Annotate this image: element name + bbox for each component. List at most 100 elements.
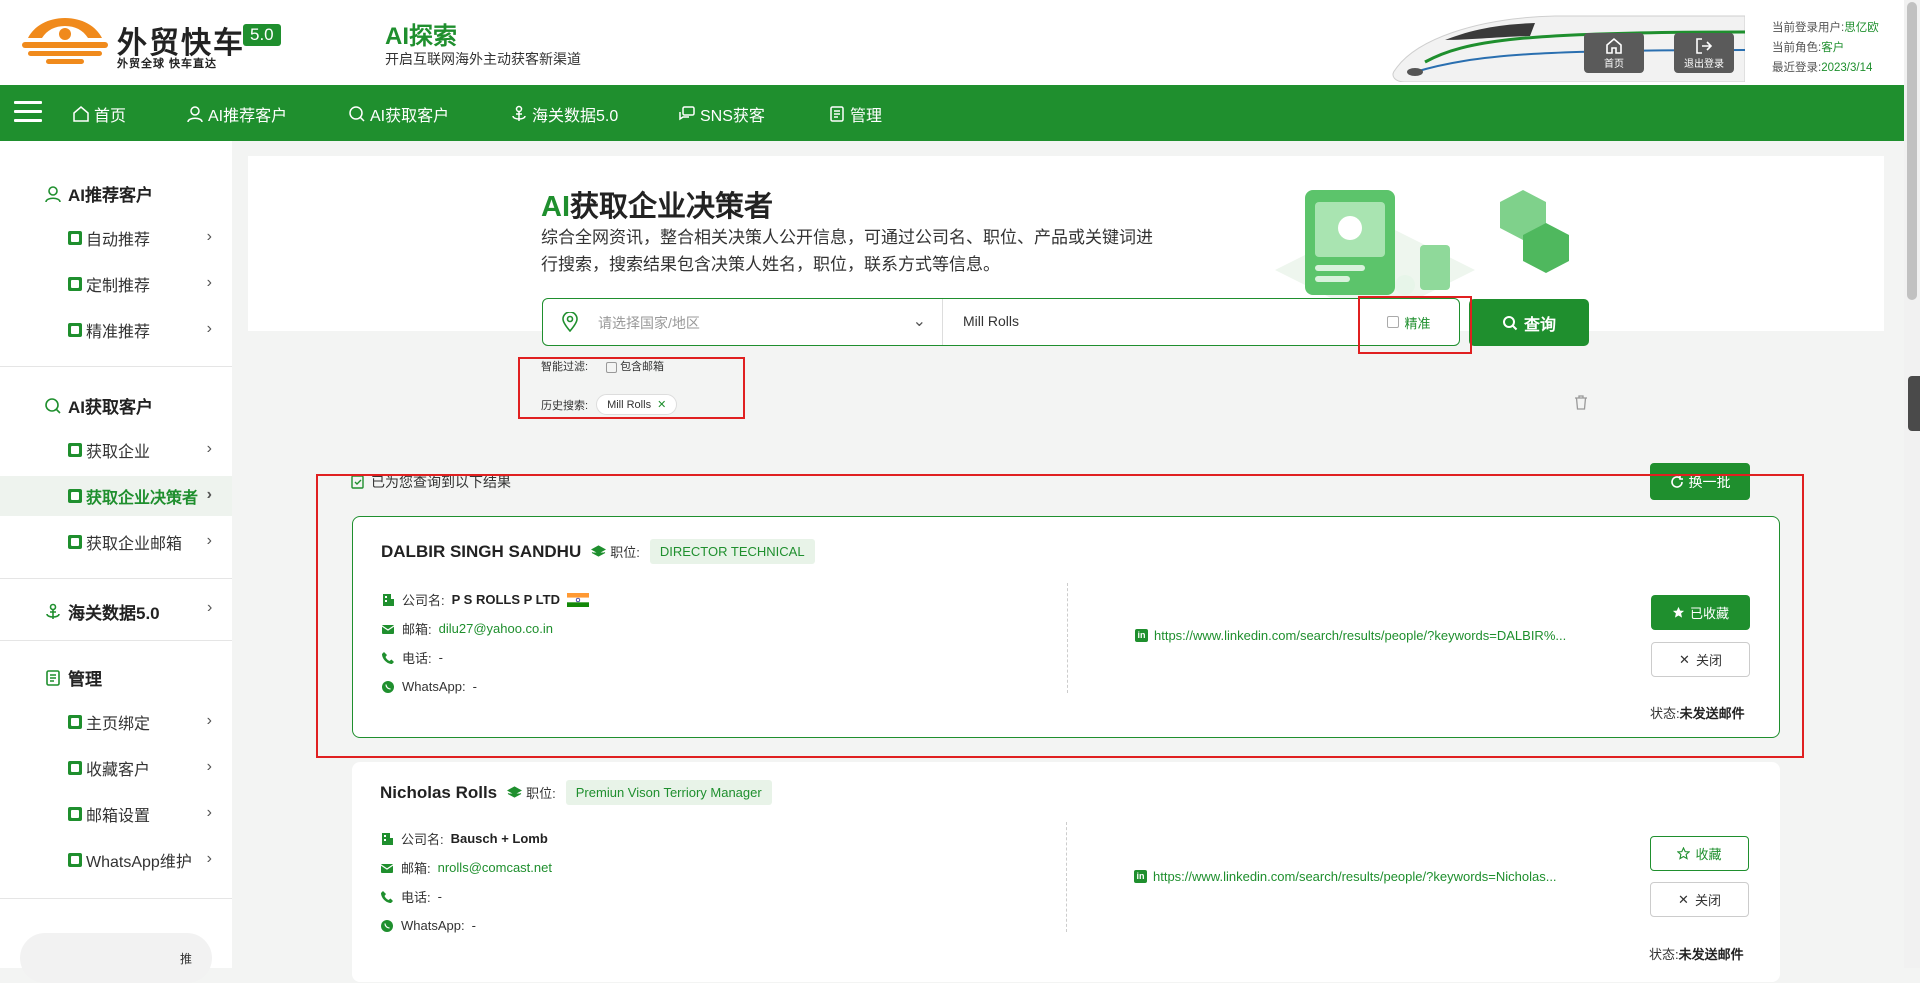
version-badge: 5.0 xyxy=(243,24,281,46)
linkedin-url[interactable]: https://www.linkedin.com/search/results/… xyxy=(1153,869,1557,884)
star-outline-icon xyxy=(1677,847,1691,860)
top-header: 外贸快车 5.0 外贸全球 快车直达 AI探索 开启互联网海外主动获客新渠道 首… xyxy=(0,0,1904,85)
location-pin-icon xyxy=(562,312,578,332)
sidebar-item-homepage-bind[interactable]: 主页绑定 › xyxy=(0,702,232,742)
role-label: 当前角色: xyxy=(1772,42,1822,54)
star-icon xyxy=(68,761,82,775)
query-button[interactable]: 查询 xyxy=(1469,299,1589,346)
nav-sns[interactable]: SNS获客 xyxy=(678,102,765,126)
sidebar-group-label: 管理 xyxy=(68,670,102,689)
company-label: 公司名: xyxy=(401,832,444,847)
phone-field: 电话: - xyxy=(380,882,552,911)
result-card: Nicholas Rolls 职位: Premiun Vison Terrior… xyxy=(352,762,1780,982)
user-label: 当前登录用户: xyxy=(1772,22,1845,34)
sidebar-item-label: WhatsApp维护 xyxy=(86,854,192,871)
sidebar-item-acquire-email[interactable]: 获取企业邮箱 › xyxy=(0,522,232,562)
company-field: 公司名: Bausch + Lomb xyxy=(380,824,552,853)
sidebar: AI推荐客户 自动推荐 › 定制推荐 › 精准推荐 › AI获取客户 获取企业 › 获取… xyxy=(0,141,232,983)
sidebar-group-label: 海关数据5.0 xyxy=(68,604,160,623)
user-icon xyxy=(187,106,203,123)
nav-manage[interactable]: 管理 xyxy=(828,102,882,126)
email-value[interactable]: nrolls@comcast.net xyxy=(438,860,552,875)
nav-ai-acquire[interactable]: AI获取客户 xyxy=(348,102,449,126)
position-label: 职位: xyxy=(507,783,556,802)
whatsapp-field: WhatsApp: - xyxy=(380,911,552,940)
sidebar-bottom-widget[interactable]: 推 xyxy=(20,933,212,983)
chevron-right-icon: › xyxy=(206,274,212,291)
logo-icon xyxy=(22,18,108,64)
home-icon xyxy=(1606,37,1622,54)
side-floating-tab[interactable] xyxy=(1908,376,1920,431)
sidebar-item-email-settings[interactable]: 邮箱设置 › xyxy=(0,794,232,834)
sidebar-item-favorite-customers[interactable]: 收藏客户 › xyxy=(0,748,232,788)
sidebar-item-acquire-company[interactable]: 获取企业 › xyxy=(0,430,232,470)
user-value: 思亿欧 xyxy=(1844,22,1879,34)
menu-toggle-icon[interactable] xyxy=(14,101,42,125)
nav-home[interactable]: 首页 xyxy=(72,102,126,126)
page-scrollbar[interactable] xyxy=(1904,0,1920,968)
contact-fields: 公司名: Bausch + Lomb 邮箱: nrolls@comcast.net … xyxy=(380,824,552,940)
position-label-text: 职位: xyxy=(526,786,556,801)
sidebar-group-customs[interactable]: 海关数据5.0 xyxy=(44,599,224,624)
sidebar-item-auto-recommend[interactable]: 自动推荐 › xyxy=(0,218,232,258)
logout-button[interactable]: 退出登录 xyxy=(1674,33,1734,73)
search-bar: 请选择国家/地区 ⌄ Mill Rolls 精准 xyxy=(542,298,1460,346)
user-icon xyxy=(45,185,61,202)
search-icon xyxy=(349,106,365,122)
result-name-row: Nicholas Rolls 职位: Premiun Vison Terrior… xyxy=(380,780,772,805)
stack-icon xyxy=(507,785,523,798)
document-icon xyxy=(46,669,60,686)
annotation-box-precise xyxy=(1358,296,1472,354)
anchor-icon xyxy=(46,603,60,619)
trash-icon[interactable] xyxy=(1574,395,1588,410)
email-label: 邮箱: xyxy=(401,861,431,876)
keyword-input[interactable]: Mill Rolls xyxy=(963,313,1019,329)
whatsapp-icon xyxy=(68,853,82,867)
close-button[interactable]: ✕ 关闭 xyxy=(1650,882,1749,917)
company-icon xyxy=(68,443,82,457)
building-icon xyxy=(382,832,393,845)
sidebar-item-custom-recommend[interactable]: 定制推荐 › xyxy=(0,264,232,304)
nav-customs-data[interactable]: 海关数据5.0 xyxy=(510,102,618,126)
position-value: Premiun Vison Terriory Manager xyxy=(565,780,772,805)
status-row: 状态:未发送邮件 xyxy=(1649,944,1744,963)
company-value: Bausch + Lomb xyxy=(450,831,548,846)
chevron-right-icon: › xyxy=(206,228,212,245)
query-button-label: 查询 xyxy=(1523,316,1556,334)
home-button[interactable]: 首页 xyxy=(1584,33,1644,73)
search-icon xyxy=(45,397,61,414)
home-button-label: 首页 xyxy=(1604,59,1624,70)
nav-home-label: 首页 xyxy=(94,108,127,125)
linkedin-icon: in xyxy=(1134,870,1147,883)
nav-sns-label: SNS获客 xyxy=(700,108,765,125)
mail-icon xyxy=(68,535,82,549)
sidebar-divider xyxy=(0,366,232,367)
user-info: 当前登录用户:思亿欧 当前角色:客户 最近登录:2023/3/14 xyxy=(1772,18,1879,78)
country-select[interactable]: 请选择国家/地区 ⌄ xyxy=(543,299,943,345)
sidebar-divider xyxy=(0,640,232,641)
sidebar-group-ai-recommend[interactable]: AI推荐客户 xyxy=(44,181,153,206)
sidebar-item-label: 获取企业决策者 xyxy=(86,490,199,507)
page-title-rest: 获取企业决策者 xyxy=(570,191,774,223)
favorite-button[interactable]: 收藏 xyxy=(1650,836,1749,871)
sidebar-item-whatsapp[interactable]: WhatsApp维护 › xyxy=(0,840,232,880)
sidebar-item-label: 获取企业 xyxy=(86,444,151,461)
sidebar-item-label: 主页绑定 xyxy=(86,716,151,733)
chevron-right-icon: › xyxy=(206,804,212,821)
last-login-label: 最近登录: xyxy=(1772,62,1822,74)
sidebar-group-manage[interactable]: 管理 xyxy=(44,665,102,690)
role-value: 客户 xyxy=(1821,42,1845,54)
nav-ai-recommend-label: AI推荐客户 xyxy=(208,108,288,125)
person-name: Nicholas Rolls xyxy=(380,782,498,802)
sidebar-item-precise-recommend[interactable]: 精准推荐 › xyxy=(0,310,232,350)
linkedin-link-row[interactable]: in https://www.linkedin.com/search/resul… xyxy=(1134,869,1557,884)
nav-manage-label: 管理 xyxy=(850,108,883,125)
phone-icon xyxy=(381,890,393,903)
sidebar-group-ai-acquire[interactable]: AI获取客户 xyxy=(44,393,153,418)
scrollbar-thumb[interactable] xyxy=(1907,2,1917,300)
chevron-right-icon: › xyxy=(206,712,212,729)
nav-ai-recommend[interactable]: AI推荐客户 xyxy=(186,102,287,126)
sidebar-item-acquire-decision-maker[interactable]: 获取企业决策者 › xyxy=(0,476,232,516)
sidebar-item-label: 邮箱设置 xyxy=(86,808,151,825)
chevron-right-icon: › xyxy=(206,440,212,457)
